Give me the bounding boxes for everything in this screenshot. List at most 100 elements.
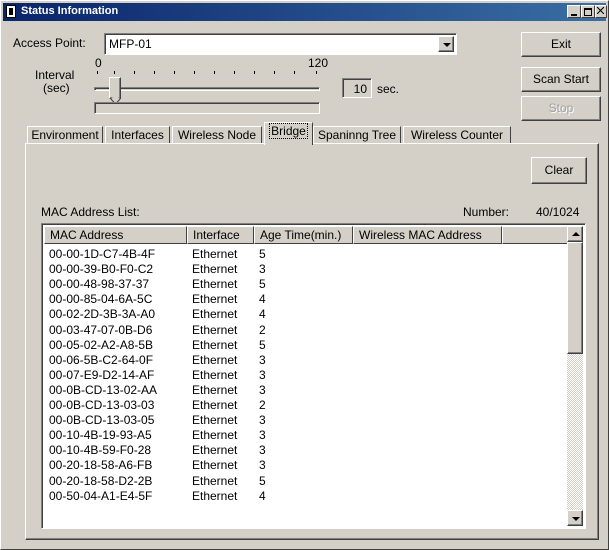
cell-mac-address: 00-05-02-A2-A8-5B <box>49 337 154 352</box>
cell-interface: Ethernet <box>192 382 238 397</box>
cell-mac-address: 00-00-48-98-37-37 <box>49 277 150 292</box>
cell-age-time: 4 <box>259 488 266 503</box>
slider-tick <box>234 71 235 74</box>
cell-interface: Ethernet <box>192 322 238 337</box>
app-icon <box>6 5 16 18</box>
cell-interface: Ethernet <box>192 367 238 382</box>
number-label: Number: <box>463 205 510 219</box>
cell-mac-address: 00-10-4B-59-F0-28 <box>49 443 152 458</box>
column-header-age-time[interactable]: Age Time(min.) <box>254 226 353 244</box>
cell-mac-address: 00-00-39-B0-F0-C2 <box>49 262 154 277</box>
maximize-icon[interactable] <box>581 5 595 18</box>
cell-mac-address: 00-03-47-07-0B-D6 <box>49 322 153 337</box>
tab-environment[interactable]: Environment <box>27 126 103 144</box>
cell-age-time: 3 <box>259 428 266 443</box>
slider-tick <box>114 71 115 74</box>
cell-age-time: 5 <box>259 277 266 292</box>
slider-tick <box>97 71 98 74</box>
cell-age-time: 5 <box>259 337 266 352</box>
stop-button[interactable]: Stop <box>521 96 601 121</box>
cell-interface: Ethernet <box>192 428 238 443</box>
cell-interface: Ethernet <box>192 337 238 352</box>
cell-age-time: 3 <box>259 367 266 382</box>
cell-mac-address: 00-00-1D-C7-4B-4F <box>49 247 156 261</box>
chevron-down-icon[interactable] <box>438 36 454 52</box>
cell-interface: Ethernet <box>192 262 238 277</box>
cell-interface: Ethernet <box>192 277 238 292</box>
cell-interface: Ethernet <box>192 458 238 473</box>
arrow-down-icon[interactable] <box>567 510 583 526</box>
interval-slider-track[interactable] <box>94 87 320 91</box>
cell-interface: Ethernet <box>192 443 238 458</box>
cell-age-time: 5 <box>259 473 266 488</box>
cell-mac-address: 00-20-18-58-A6-FB <box>49 458 153 473</box>
cell-mac-address: 00-0B-CD-13-03-05 <box>49 413 155 428</box>
scan-start-button[interactable]: Scan Start <box>521 67 601 92</box>
tab-interfaces[interactable]: Interfaces <box>105 126 170 144</box>
slider-tick <box>274 71 275 74</box>
cell-mac-address: 00-02-2D-3B-3A-A0 <box>49 307 156 322</box>
slider-tick <box>254 71 255 74</box>
window-title: Status Information <box>21 5 119 17</box>
arrow-up-icon[interactable] <box>567 226 583 242</box>
status-information-window: Status Information Access Point: MFP-01 … <box>0 0 609 550</box>
exit-button[interactable]: Exit <box>521 32 601 57</box>
cell-age-time: 2 <box>259 398 266 412</box>
tab-wireless-node[interactable]: Wireless Node <box>172 126 262 144</box>
interval-unit-label: (sec) <box>43 81 70 95</box>
slider-tick <box>294 71 295 74</box>
slider-tick <box>134 71 135 74</box>
slider-tick <box>214 71 215 74</box>
slider-tick <box>194 71 195 74</box>
title-bar[interactable]: Status Information <box>3 3 607 21</box>
cell-age-time: 3 <box>259 458 266 473</box>
slider-tick <box>154 71 155 74</box>
tab-wireless-counter[interactable]: Wireless Counter <box>403 126 511 144</box>
tab-spanning-tree[interactable]: Spaninng Tree <box>313 126 401 144</box>
cell-interface: Ethernet <box>192 352 238 367</box>
cell-age-time: 3 <box>259 443 266 458</box>
cell-age-time: 3 <box>259 352 266 367</box>
cell-mac-address: 00-0B-CD-13-03-03 <box>49 398 155 412</box>
column-header-interface[interactable]: Interface <box>187 226 254 244</box>
cell-age-time: 4 <box>259 307 266 322</box>
cell-interface: Ethernet <box>192 488 238 503</box>
vertical-scrollbar[interactable] <box>567 226 583 526</box>
column-header-mac-address[interactable]: MAC Address <box>44 226 187 244</box>
mac-address-list[interactable]: MAC Address Interface Age Time(min.) Wir… <box>41 223 586 529</box>
cell-mac-address: 00-10-4B-19-93-A5 <box>49 428 152 443</box>
minimize-icon[interactable] <box>567 5 581 18</box>
close-icon[interactable] <box>595 5 607 18</box>
cell-mac-address: 00-07-E9-D2-14-AF <box>49 367 155 382</box>
cell-mac-address: 00-0B-CD-13-02-AA <box>49 382 158 397</box>
cell-mac-address: 00-50-04-A1-E4-5F <box>49 488 153 503</box>
cell-interface: Ethernet <box>192 247 238 261</box>
access-point-value: MFP-01 <box>109 37 152 51</box>
access-point-label: Access Point: <box>13 36 86 50</box>
tab-bridge[interactable]: Bridge <box>264 122 313 145</box>
interval-max-label: 120 <box>308 56 329 70</box>
mac-address-list-label: MAC Address List: <box>41 205 140 219</box>
cell-interface: Ethernet <box>192 413 238 428</box>
slider-tick <box>174 71 175 74</box>
column-header-wireless-mac[interactable]: Wireless MAC Address <box>353 226 502 244</box>
access-point-select[interactable]: MFP-01 <box>104 33 457 55</box>
column-header-empty <box>502 226 569 244</box>
cell-age-time: 3 <box>259 413 266 428</box>
slider-tick <box>316 71 317 74</box>
cell-mac-address: 00-20-18-58-D2-2B <box>49 473 153 488</box>
scroll-thumb[interactable] <box>567 242 583 354</box>
interval-value-field: 10 <box>342 78 372 98</box>
interval-min-label: 0 <box>95 56 102 70</box>
number-value: 40/1024 <box>536 205 580 219</box>
interval-slider-thumb[interactable] <box>109 77 121 99</box>
cell-age-time: 3 <box>259 382 266 397</box>
clear-button[interactable]: Clear <box>531 157 587 184</box>
interval-sec-label: sec. <box>377 82 400 96</box>
cell-mac-address: 00-00-85-04-6A-5C <box>49 292 153 307</box>
cell-interface: Ethernet <box>192 292 238 307</box>
interval-label: Interval <box>35 68 75 82</box>
cell-interface: Ethernet <box>192 473 238 488</box>
cell-age-time: 3 <box>259 262 266 277</box>
cell-age-time: 4 <box>259 292 266 307</box>
